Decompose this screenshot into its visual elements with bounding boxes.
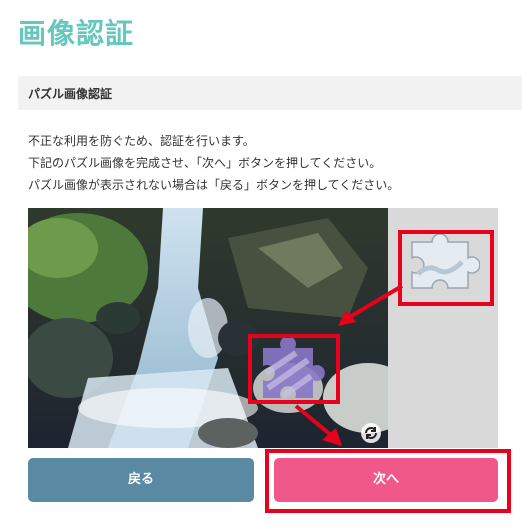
highlight-slot [248,334,340,404]
section-label: パズル画像認証 [28,87,113,101]
refresh-icon[interactable] [360,422,382,444]
section-header: パズル画像認証 [18,76,522,110]
next-button[interactable]: 次へ [274,458,498,502]
arrow-icon [338,284,404,326]
instructions: 不正な利用を防ぐため、認証を行います。 下記のパズル画像を完成させ、「次へ」ボタ… [28,130,399,196]
arrow-icon [294,404,342,446]
instruction-line-2: 下記のパズル画像を完成させ、「次へ」ボタンを押してください。 [28,156,382,170]
page-title: 画像認証 [18,17,135,50]
highlight-piece [398,230,494,306]
instruction-line-1: 不正な利用を防ぐため、認証を行います。 [28,134,255,148]
instruction-line-3: パズル画像が表示されない場合は「戻る」ボタンを押してください。 [28,178,400,192]
back-button[interactable]: 戻る [28,458,254,502]
